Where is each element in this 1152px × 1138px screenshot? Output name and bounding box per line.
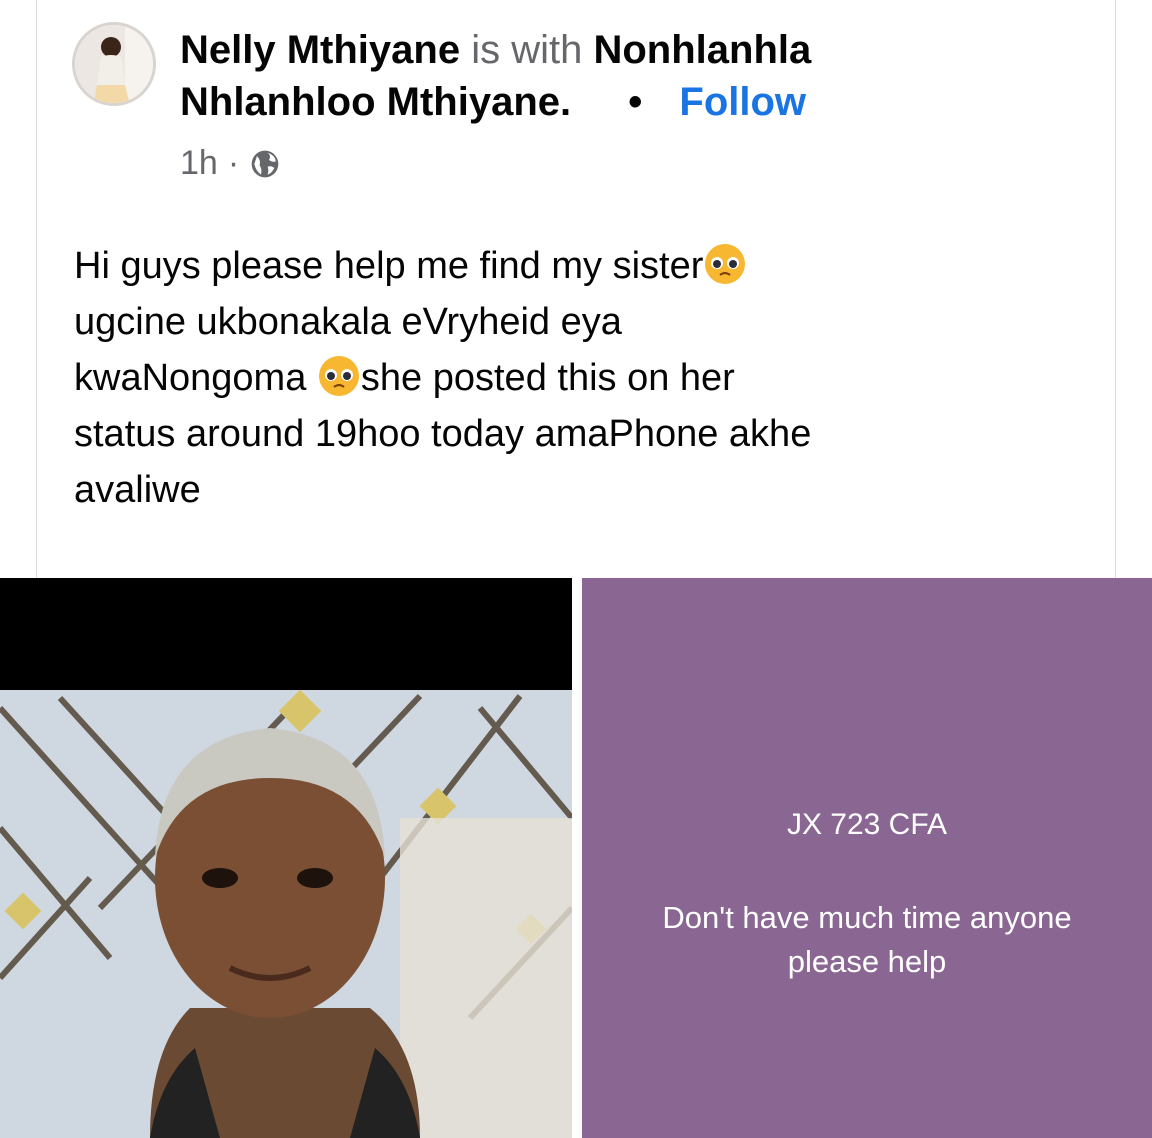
author-name[interactable]: Nelly Mthiyane (180, 28, 460, 72)
post-line-4: status around 19hoo today amaPhone akhe (74, 413, 812, 455)
post-meta: 1h · (180, 144, 281, 183)
pleading-face-icon (705, 244, 746, 284)
author-avatar[interactable] (72, 22, 156, 106)
post-time[interactable]: 1h (180, 144, 218, 183)
status-plate-number: JX 723 CFA (786, 808, 948, 841)
follow-button[interactable]: Follow (679, 80, 806, 124)
post-line-2: ugcine ukbonakala eVryheid eya (74, 301, 622, 343)
post-line-3: kwaNongoma (74, 357, 317, 399)
post-line-1: Hi guys please help me find my sister (74, 245, 704, 287)
meta-dot: · (227, 144, 240, 182)
tagged-name-line2[interactable]: Nhlanhloo Mthiyane. (180, 80, 571, 124)
selfie-image (0, 578, 572, 1138)
status-screenshot[interactable]: JX 723 CFA Don't have much time anyone p… (582, 578, 1152, 1138)
post-text: Hi guys please help me find my sister ug… (74, 238, 1074, 518)
with-text: is with (471, 28, 583, 72)
pleading-face-icon (318, 356, 359, 396)
selfie-photo[interactable] (0, 578, 572, 1138)
post-header: Nelly Mthiyane is with Nonhlanhla Nhlanh… (180, 24, 1100, 128)
header-separator: • (628, 80, 643, 124)
tagged-name[interactable]: Nonhlanhla (593, 28, 811, 72)
globe-icon[interactable] (249, 148, 281, 180)
status-message: Don't have much time anyone please help (662, 900, 1072, 979)
post-line-5: avaliwe (74, 469, 201, 511)
post-line-3b: she posted this on her (360, 357, 735, 399)
